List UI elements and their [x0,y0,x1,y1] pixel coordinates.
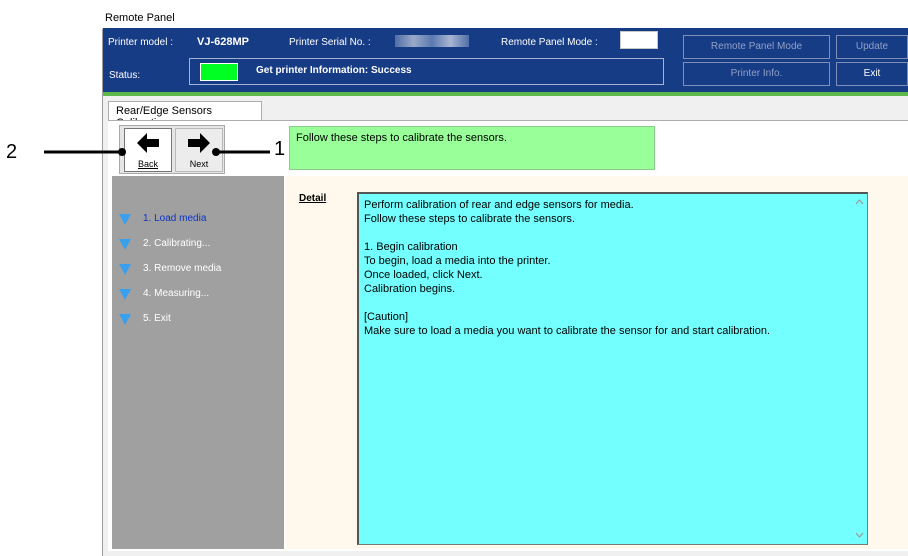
callout-1: 1 [274,138,286,160]
callout-2: 2 [6,141,18,163]
callout-lines [44,148,270,156]
